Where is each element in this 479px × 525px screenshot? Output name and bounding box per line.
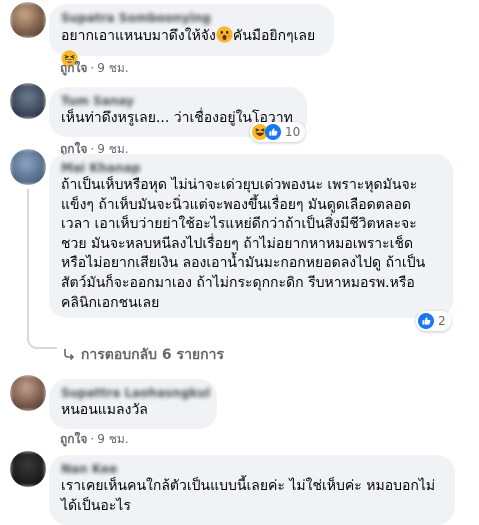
like-link[interactable]: ถูกใจ (60, 61, 87, 75)
face-with-open-mouth-icon (216, 26, 233, 50)
reply-thread-line (27, 189, 29, 335)
avatar[interactable] (10, 149, 46, 185)
comment-author[interactable]: Supatra Somboonying (61, 10, 322, 26)
like-reaction-icon (418, 313, 434, 329)
avatar[interactable] (10, 375, 46, 411)
comment-text: เราเคยเห็นคนใกล้ตัวเป็นแบบนี้เลยค่ะ ไม่ใ… (61, 478, 436, 514)
replies-label: การตอบกลับ 6 รายการ (80, 347, 224, 363)
comment-author[interactable]: Mai Khanap (61, 160, 441, 176)
like-link[interactable]: ถูกใจ (60, 432, 87, 446)
timestamp[interactable]: 9 ชม. (97, 432, 128, 446)
comment-text: ถ้าเป็นเห็บหรือหุด ไม่น่าจะเด่วยุบเด่วพอ… (61, 177, 426, 311)
comment-author[interactable]: Tum Sanay (61, 93, 295, 109)
comment-author[interactable]: Nan Kee (61, 461, 443, 477)
avatar[interactable] (10, 451, 46, 487)
comment-meta: ถูกใจ · 9 ชม. (60, 61, 129, 75)
comment-meta: ถูกใจ · 9 ชม. (60, 432, 129, 446)
avatar[interactable] (10, 2, 46, 38)
comment-bubble: Supatra Somboonying อยากเอาแหนบมาดึงให้จ… (49, 4, 334, 67)
view-replies-link[interactable]: การตอบกลับ 6 รายการ (62, 344, 224, 366)
reaction-count: 2 (438, 314, 446, 328)
comment-bubble: Mai Khanap ถ้าเป็นเห็บหรือหุด ไม่น่าจะเด… (49, 154, 453, 318)
comment-author[interactable]: Supattra Laohasngkul (61, 385, 210, 401)
comment-text: หนอนแมลงวัล (61, 402, 148, 418)
reaction-summary[interactable]: 2 (416, 311, 451, 331)
comment-bubble: Nan Kee เราเคยเห็นคนใกล้ตัวเป็นแบบนี้เลย… (49, 455, 455, 525)
avatar[interactable] (10, 83, 46, 119)
reply-thread-line (27, 335, 57, 349)
timestamp[interactable]: 9 ชม. (97, 61, 128, 75)
like-reaction-icon (265, 124, 281, 140)
comment-bubble: Supattra Laohasngkul หนอนแมลงวัล (49, 379, 217, 429)
reaction-count: 10 (285, 125, 301, 139)
reply-arrow-icon (62, 347, 76, 365)
reaction-summary[interactable]: 10 (250, 122, 306, 142)
